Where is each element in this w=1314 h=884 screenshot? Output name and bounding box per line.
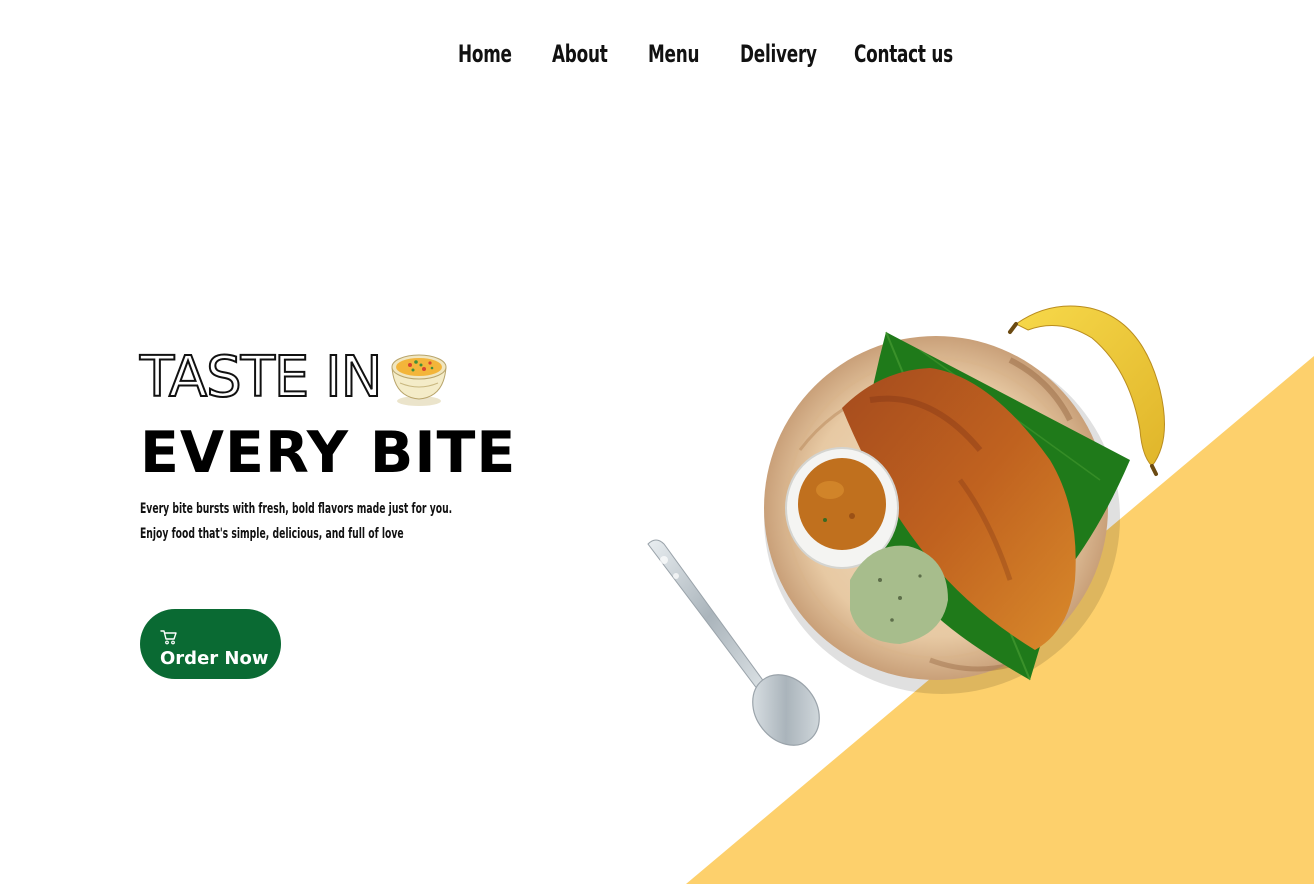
hero-title-line1: TASTE IN: [139, 345, 452, 411]
dosa-plate-illustration: [647, 305, 1165, 746]
hero-description-line1: Every bite bursts with fresh, bold flavo…: [140, 501, 453, 517]
hero-description: Every bite bursts with fresh, bold flavo…: [140, 497, 500, 547]
order-now-button[interactable]: Order Now: [140, 609, 281, 679]
nav-home-link[interactable]: Home: [458, 40, 512, 68]
soup-bowl-icon: [390, 354, 447, 406]
hero-title-line2: EVERY BITE: [140, 420, 517, 486]
cart-icon: [160, 629, 177, 644]
hero-title-outline: TASTE IN: [139, 345, 384, 411]
hero-description-line2: Enjoy food that's simple, delicious, and…: [140, 526, 404, 542]
landing-page: Home About Menu Delivery Contact us TAST…: [0, 0, 1314, 884]
nav-about-link[interactable]: About: [552, 40, 608, 68]
nav-delivery-link[interactable]: Delivery: [740, 40, 817, 68]
order-now-label: Order Now: [160, 647, 269, 669]
nav-contact-link[interactable]: Contact us: [854, 40, 953, 68]
nav-menu-link[interactable]: Menu: [648, 40, 699, 68]
